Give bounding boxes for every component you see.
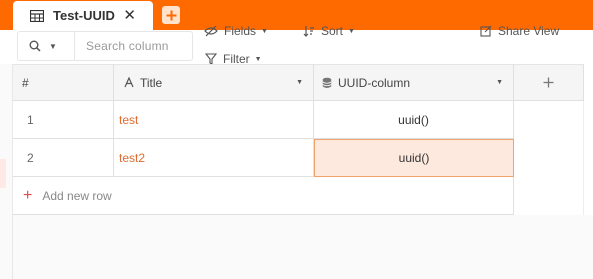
add-new-row-button[interactable]: + Add new row — [13, 177, 514, 215]
row-number-cell: 2 — [13, 139, 114, 177]
uuid-cell-selected[interactable]: uuid() — [314, 139, 514, 177]
tab-label: Test-UUID — [53, 8, 115, 23]
column-header-label: # — [22, 75, 29, 90]
eye-off-icon — [204, 25, 218, 37]
chevron-down-icon: ▼ — [254, 55, 262, 63]
column-header-row-number: # — [13, 64, 114, 101]
close-icon[interactable]: ✕ — [123, 7, 136, 24]
title-cell[interactable]: test2 — [114, 139, 314, 177]
table-grid-icon — [30, 9, 44, 22]
column-header-uuid[interactable]: UUID-column ▼ — [314, 64, 514, 101]
chevron-down-icon[interactable]: ▼ — [49, 42, 57, 51]
chevron-down-icon: ▼ — [261, 27, 268, 35]
search-icon — [29, 40, 41, 52]
share-view-label: Share View — [498, 24, 560, 38]
fields-label: Fields — [224, 24, 257, 38]
title-cell[interactable]: test — [114, 101, 314, 139]
plus-icon — [166, 10, 176, 20]
fields-button[interactable]: Fields ▼ — [204, 24, 268, 38]
row-highlight-marker — [0, 159, 6, 188]
toolbar: ▼ Search column Fields ▼ Sort ▼ Share Vi… — [0, 24, 593, 66]
empty-grid-area — [13, 215, 593, 279]
chevron-down-icon[interactable]: ▼ — [296, 79, 303, 86]
left-strip — [0, 64, 13, 279]
tab-test-uuid[interactable]: Test-UUID ✕ — [13, 1, 153, 30]
plus-icon: + — [23, 186, 33, 204]
share-icon — [480, 25, 492, 37]
add-new-row-label: Add new row — [42, 188, 112, 203]
divider — [74, 32, 75, 60]
database-icon — [322, 77, 332, 88]
text-type-icon — [124, 77, 134, 88]
column-header-title[interactable]: Title ▼ — [114, 64, 314, 101]
column-header-label: Title — [140, 75, 163, 90]
share-view-button[interactable]: Share View — [480, 24, 559, 38]
search-box[interactable]: ▼ Search column — [17, 31, 193, 61]
sort-label: Sort — [321, 24, 344, 38]
add-column-button[interactable] — [514, 64, 584, 101]
search-input[interactable]: Search column — [86, 39, 169, 53]
sort-icon — [303, 26, 314, 37]
uuid-cell[interactable]: uuid() — [314, 101, 514, 139]
row-number-cell: 1 — [13, 101, 114, 139]
plus-icon — [543, 77, 554, 88]
chevron-down-icon: ▼ — [348, 27, 355, 35]
add-tab-button[interactable] — [162, 6, 180, 24]
add-column-area — [514, 101, 584, 215]
chevron-down-icon[interactable]: ▼ — [496, 79, 503, 86]
column-header-label: UUID-column — [338, 75, 411, 90]
sort-button[interactable]: Sort ▼ — [303, 24, 355, 38]
